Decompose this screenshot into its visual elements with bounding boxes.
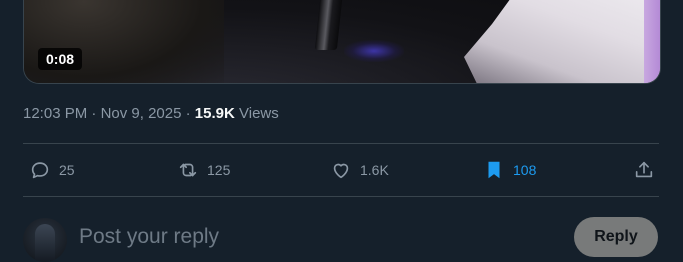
reply-count: 25	[59, 162, 75, 178]
bookmark-action-button[interactable]: 108	[483, 145, 536, 195]
divider	[23, 143, 659, 144]
share-icon	[635, 161, 653, 178]
bookmark-icon	[488, 161, 500, 179]
post-time[interactable]: 12:03 PM	[23, 105, 87, 122]
bookmark-count: 108	[513, 162, 537, 178]
reply-action-button[interactable]: 25	[29, 145, 75, 195]
divider	[23, 196, 659, 197]
avatar-figure	[35, 224, 55, 262]
video-frame-glow	[344, 40, 404, 62]
views-count: 15.9K	[194, 105, 235, 122]
video-frame-edge	[644, 0, 660, 83]
avatar[interactable]	[23, 218, 67, 262]
post-meta: 12:03 PM · Nov 9, 2025 · 15.9K Views	[23, 102, 279, 126]
video-player[interactable]	[23, 0, 661, 84]
video-frame-object	[314, 0, 344, 50]
post-actions: 25 125 1.6K 108	[23, 145, 659, 195]
heart-icon	[333, 163, 349, 179]
like-action-button[interactable]: 1.6K	[330, 145, 389, 195]
video-frame-shadow	[24, 0, 224, 83]
reply-composer: Reply	[23, 214, 659, 262]
video-duration-badge: 0:08	[38, 48, 83, 70]
like-count: 1.6K	[360, 162, 389, 178]
video-frame-cloth	[464, 0, 660, 83]
reply-input[interactable]	[79, 222, 539, 252]
repost-action-button[interactable]: 125	[177, 145, 230, 195]
repost-count: 125	[207, 162, 231, 178]
meta-separator: ·	[87, 105, 101, 122]
views-label: Views	[239, 105, 279, 122]
meta-separator: ·	[181, 105, 195, 122]
repost-icon	[179, 163, 197, 177]
comment-icon	[31, 162, 49, 179]
reply-button[interactable]: Reply	[574, 217, 658, 257]
share-action-button[interactable]	[633, 145, 663, 195]
post-date[interactable]: Nov 9, 2025	[101, 105, 182, 122]
